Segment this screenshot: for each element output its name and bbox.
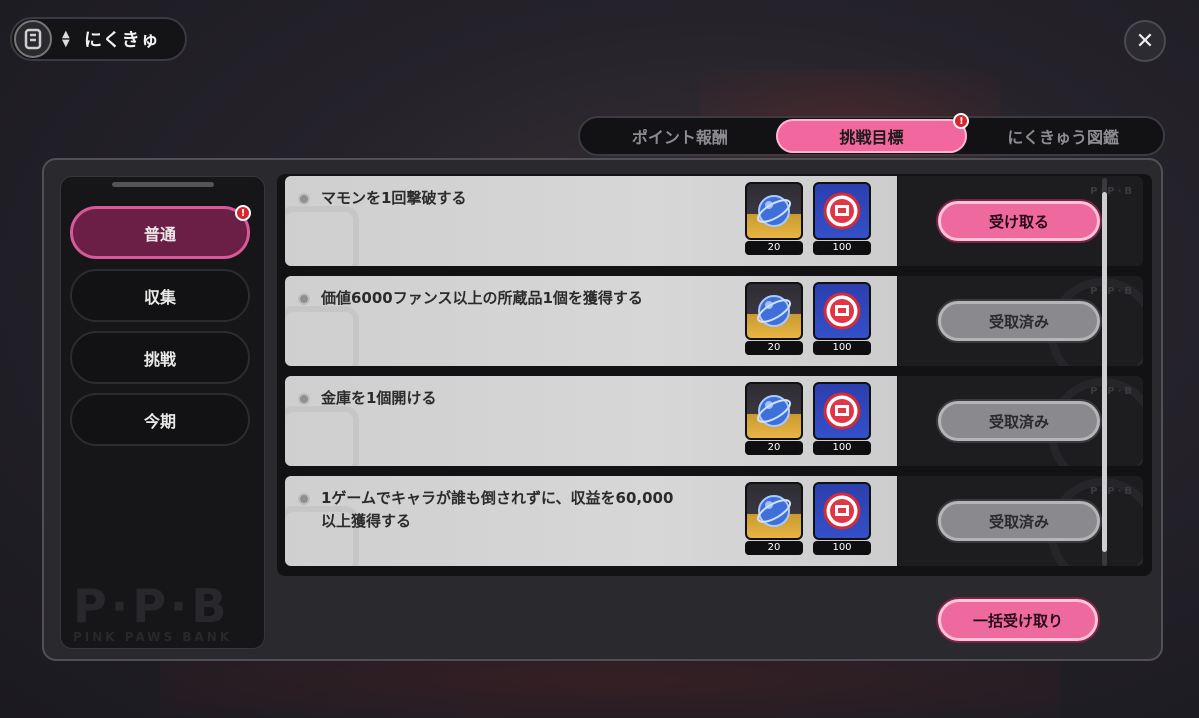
list-item: 価値6000ファンス以上の所蔵品1個を獲得する 20 100 P·P·B 受取済… — [285, 276, 1143, 366]
claim-all-button[interactable]: 一括受け取り — [938, 599, 1098, 641]
bullet-icon — [298, 493, 310, 505]
bullet-icon — [298, 293, 310, 305]
task-label: 金庫を1個開ける — [321, 389, 437, 407]
ghost-logo — [285, 206, 359, 266]
sidebar-item-label: 収集 — [143, 287, 176, 307]
sidebar-handle — [112, 182, 214, 187]
blue-orb-icon — [745, 382, 803, 440]
sidebar-item-label: 挑戦 — [143, 349, 176, 369]
ghost-watermark: P·P·B — [1090, 286, 1135, 297]
ppb-watermark: P·P·B PINK PAWS BANK — [73, 582, 253, 644]
claimed-button[interactable]: 受取済み — [938, 301, 1100, 341]
player-badge[interactable]: ▲ ▼ にくきゅ — [10, 17, 187, 61]
task-info: 金庫を1個開ける 20 100 — [285, 376, 897, 466]
ghost-watermark: P·P·B — [1090, 386, 1135, 397]
tab-label: にくきゅう図鑑 — [1007, 128, 1120, 147]
ghost-watermark: P·P·B — [1090, 186, 1135, 197]
watermark-main: P·P·B — [73, 579, 231, 633]
claimed-button[interactable]: 受取済み — [938, 401, 1100, 441]
sidebar-item-label: 今期 — [143, 411, 176, 431]
blue-orb-icon — [745, 182, 803, 240]
reward-count: 100 — [813, 341, 871, 355]
reward-count: 20 — [745, 541, 803, 555]
ghost-logo — [285, 306, 359, 366]
task-label: 価値6000ファンス以上の所蔵品1個を獲得する — [321, 289, 643, 307]
reward-item[interactable]: 100 — [813, 182, 871, 258]
reward-item[interactable]: 20 — [745, 282, 803, 358]
reward-count: 20 — [745, 241, 803, 255]
mission-panel: 普通 ! 収集 挑戦 今期 P·P·B PINK PAWS BANK マモンを1… — [42, 158, 1163, 661]
reward-count: 20 — [745, 341, 803, 355]
tab-point-rewards[interactable]: ポイント報酬 — [584, 119, 776, 153]
bullet-icon — [298, 193, 310, 205]
sidebar-item-challenge[interactable]: 挑戦 — [70, 331, 250, 384]
tab-bar: ポイント報酬 挑戦目標 ! にくきゅう図鑑 — [578, 113, 1165, 156]
task-label: マモンを1回撃破する — [321, 189, 467, 207]
tab-label: 挑戦目標 — [839, 128, 904, 147]
tab-challenge-goals[interactable]: 挑戦目標 ! — [775, 113, 970, 153]
watermark-sub: PINK PAWS BANK — [73, 630, 233, 644]
ghost-logo — [285, 406, 359, 466]
task-info: 価値6000ファンス以上の所蔵品1個を獲得する 20 100 — [285, 276, 897, 366]
blue-orb-icon — [745, 482, 803, 540]
reward-count: 100 — [813, 241, 871, 255]
list-item: マモンを1回撃破する 20 100 P·P·B 受け取る — [285, 176, 1143, 266]
reward-item[interactable]: 20 — [745, 482, 803, 558]
reward-item[interactable]: 100 — [813, 382, 871, 458]
list-item: 1ゲームでキャラが誰も倒されずに、収益を60,000以上獲得する 20 100 … — [285, 476, 1143, 566]
reward-item[interactable]: 20 — [745, 382, 803, 458]
bullet-icon — [298, 393, 310, 405]
ppb-coin-icon — [813, 482, 871, 540]
ppb-logo-icon — [14, 20, 52, 58]
task-list-scrollbar[interactable] — [1102, 178, 1107, 566]
sidebar-item-collection[interactable]: 収集 — [70, 269, 250, 322]
sidebar-item-label: 普通 — [143, 224, 176, 244]
list-item: 金庫を1個開ける 20 100 P·P·B 受取済み — [285, 376, 1143, 466]
player-name: にくきゅ — [84, 30, 160, 51]
reward-item[interactable]: 100 — [813, 482, 871, 558]
blue-orb-icon — [745, 282, 803, 340]
alert-icon: ! — [953, 113, 970, 129]
scrollbar-thumb[interactable] — [1102, 192, 1107, 552]
sidebar-item-normal[interactable]: 普通 ! — [70, 205, 251, 259]
tab-label: ポイント報酬 — [631, 128, 728, 147]
sidebar-item-season[interactable]: 今期 — [70, 393, 250, 446]
claim-button[interactable]: 受け取る — [938, 201, 1100, 241]
ppb-coin-icon — [813, 382, 871, 440]
reward-count: 20 — [745, 441, 803, 455]
claimed-button[interactable]: 受取済み — [938, 501, 1100, 541]
reward-item[interactable]: 100 — [813, 282, 871, 358]
reward-count: 100 — [813, 541, 871, 555]
reward-item[interactable]: 20 — [745, 182, 803, 258]
alert-icon: ! — [235, 205, 251, 221]
ppb-coin-icon — [813, 282, 871, 340]
task-list[interactable]: マモンを1回撃破する 20 100 P·P·B 受け取る 価値6000ファンス以… — [277, 174, 1152, 576]
task-info: マモンを1回撃破する 20 100 — [285, 176, 897, 266]
task-label: 1ゲームでキャラが誰も倒されずに、収益を60,000以上獲得する — [321, 489, 674, 530]
reward-count: 100 — [813, 441, 871, 455]
task-info: 1ゲームでキャラが誰も倒されずに、収益を60,000以上獲得する 20 100 — [285, 476, 897, 566]
badge-separator-icon: ▲ ▼ — [62, 29, 70, 49]
close-icon: ✕ — [1135, 28, 1155, 54]
ghost-watermark: P·P·B — [1090, 486, 1135, 497]
close-button[interactable]: ✕ — [1124, 20, 1166, 62]
ppb-coin-icon — [813, 182, 871, 240]
tab-nikukyu-encyclopedia[interactable]: にくきゅう図鑑 — [967, 119, 1159, 153]
category-sidebar: 普通 ! 収集 挑戦 今期 P·P·B PINK PAWS BANK — [60, 176, 265, 649]
